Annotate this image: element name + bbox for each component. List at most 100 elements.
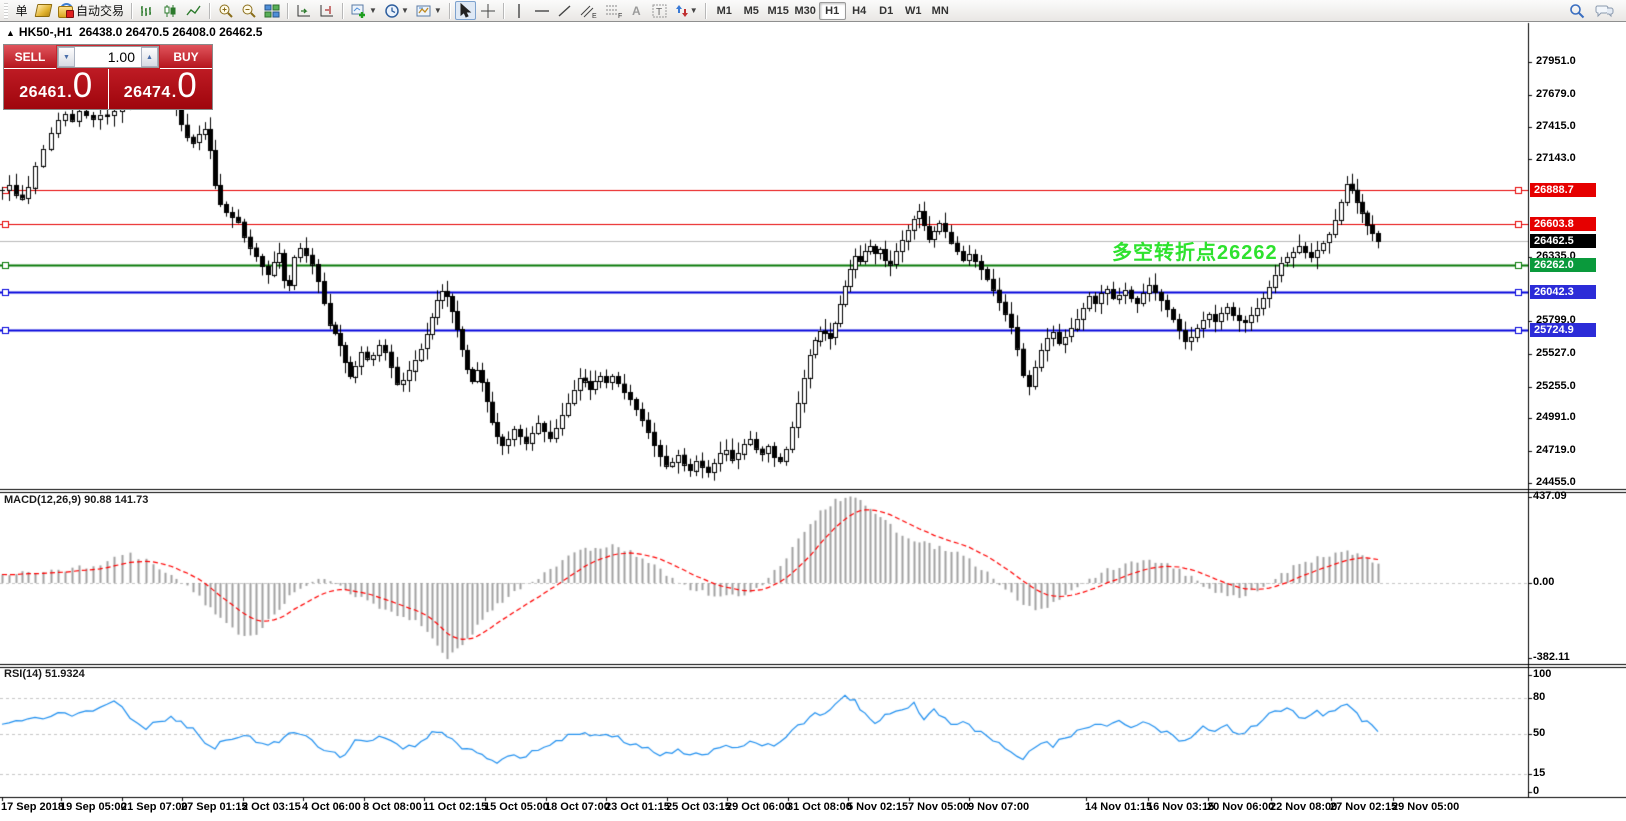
cursor-tool-button[interactable]	[455, 1, 476, 20]
candlestick-chart-icon	[163, 3, 179, 19]
dropdown-arrow-icon: ▼	[401, 6, 409, 15]
timeframe-d1-button[interactable]: D1	[873, 2, 900, 20]
chat-button[interactable]	[1592, 1, 1618, 20]
svg-text:A: A	[632, 4, 641, 18]
separator	[705, 3, 707, 19]
horizontal-line-icon	[534, 5, 550, 17]
equidistant-channel-tool-button[interactable]: E	[577, 1, 601, 20]
svg-text:F: F	[618, 13, 622, 19]
line-chart-icon	[186, 3, 202, 19]
timeframe-m30-button[interactable]: M30	[792, 2, 819, 20]
symbol-period-label: HK50-,H1	[19, 25, 72, 39]
new-order-button[interactable]: 单	[11, 1, 32, 20]
gold-package-button[interactable]	[33, 1, 54, 20]
timeframe-mn-button[interactable]: MN	[927, 2, 954, 20]
timeframe-w1-button[interactable]: W1	[900, 2, 927, 20]
auto-scroll-button[interactable]	[293, 1, 315, 20]
one-click-trading-panel: SELL ▼ 1.00 ▲ BUY 26461.0 26474.0	[3, 44, 213, 110]
buy-price[interactable]: 26474.0	[109, 69, 213, 109]
autotrading-icon	[58, 4, 73, 17]
buy-price-main: 26474	[124, 84, 171, 102]
trendline-tool-button[interactable]	[554, 1, 576, 20]
vertical-line-tool-button[interactable]	[509, 1, 530, 20]
dropdown-arrow-icon: ▼	[690, 6, 698, 15]
timeframe-m5-button[interactable]: M5	[738, 2, 765, 20]
crosshair-tool-button[interactable]	[477, 1, 499, 20]
separator	[287, 3, 289, 19]
arrows-tool-button[interactable]: ▼	[672, 1, 701, 20]
autotrading-label: 自动交易	[76, 2, 124, 19]
separator	[449, 3, 451, 19]
timeframe-group: M1M5M15M30H1H4D1W1MN	[711, 2, 954, 20]
sell-price[interactable]: 26461.0	[4, 69, 108, 109]
dropdown-arrow-icon: ▼	[369, 6, 377, 15]
bar-chart-button[interactable]	[137, 1, 159, 20]
timeframe-m1-button[interactable]: M1	[711, 2, 738, 20]
trendline-icon	[557, 3, 573, 19]
toolbar-right-group	[1566, 1, 1624, 20]
chart-shift-icon	[319, 3, 335, 19]
timeframe-m15-button[interactable]: M15	[765, 2, 792, 20]
fibonacci-tool-button[interactable]: F	[602, 1, 626, 20]
text-a-icon: A	[630, 3, 644, 18]
collapse-marker-icon: ▲	[6, 28, 15, 38]
rsi-indicator-label: RSI(14) 51.9324	[4, 668, 85, 680]
timeframe-h4-button[interactable]: H4	[846, 2, 873, 20]
sell-button[interactable]: SELL	[4, 45, 56, 69]
cursor-icon	[458, 3, 472, 18]
line-chart-button[interactable]	[183, 1, 205, 20]
chat-icon	[1595, 3, 1615, 19]
macd-indicator-label: MACD(12,26,9) 90.88 141.73	[4, 494, 148, 506]
chart-title: ▲ HK50-,H1 26438.0 26470.5 26408.0 26462.…	[6, 25, 262, 39]
text-label-tool-button[interactable]: T	[649, 1, 671, 20]
templates-icon	[416, 3, 433, 19]
gold-package-icon	[35, 4, 53, 17]
timeframe-h1-button[interactable]: H1	[819, 2, 846, 20]
dropdown-arrow-icon: ▼	[434, 6, 442, 15]
search-button[interactable]	[1566, 1, 1588, 20]
zoom-out-icon	[241, 3, 257, 19]
separator	[342, 3, 344, 19]
new-chart-button[interactable]: ▼	[348, 1, 380, 20]
separator	[503, 3, 505, 19]
price-chart-canvas[interactable]	[0, 0, 1626, 821]
fibonacci-icon: F	[605, 3, 623, 19]
volume-value[interactable]: 1.00	[75, 47, 141, 67]
periods-button[interactable]: ▼	[381, 1, 412, 20]
autotrading-button[interactable]: 自动交易	[55, 1, 127, 20]
channel-icon: E	[580, 3, 598, 19]
arrows-icon	[675, 3, 689, 19]
separator	[209, 3, 211, 19]
candlestick-chart-button[interactable]	[160, 1, 182, 20]
search-icon	[1569, 3, 1585, 19]
text-tool-button[interactable]: A	[627, 1, 648, 20]
svg-text:T: T	[656, 7, 662, 18]
pivot-annotation-text: 多空转折点26262	[1112, 236, 1278, 265]
horizontal-line-tool-button[interactable]	[531, 1, 553, 20]
svg-text:E: E	[592, 13, 597, 19]
zoom-in-button[interactable]	[215, 1, 237, 20]
separator	[131, 3, 133, 19]
volume-increase-button[interactable]: ▲	[141, 47, 158, 67]
volume-decrease-button[interactable]: ▼	[58, 47, 75, 67]
chart-shift-button[interactable]	[316, 1, 338, 20]
periods-clock-icon	[384, 3, 400, 19]
templates-button[interactable]: ▼	[413, 1, 445, 20]
tile-windows-icon	[264, 3, 280, 19]
auto-scroll-icon	[296, 3, 312, 19]
zoom-out-button[interactable]	[238, 1, 260, 20]
buy-price-big-digit: 0	[177, 71, 196, 101]
tile-windows-button[interactable]	[261, 1, 283, 20]
volume-spinner: ▼ 1.00 ▲	[57, 46, 159, 68]
crosshair-icon	[480, 3, 496, 19]
new-chart-icon	[351, 3, 368, 19]
text-label-icon: T	[652, 3, 668, 19]
zoom-in-icon	[218, 3, 234, 19]
ohlc-values-label: 26438.0 26470.5 26408.0 26462.5	[79, 25, 263, 39]
toolbar-grip[interactable]	[4, 3, 8, 19]
bar-chart-icon	[140, 3, 156, 19]
trading-terminal-window: 单 自动交易 ▼ ▼ ▼ E F A T ▼	[0, 0, 1626, 821]
vertical-line-icon	[513, 3, 525, 19]
new-order-label: 单	[15, 2, 27, 19]
main-toolbar: 单 自动交易 ▼ ▼ ▼ E F A T ▼	[0, 0, 1626, 22]
